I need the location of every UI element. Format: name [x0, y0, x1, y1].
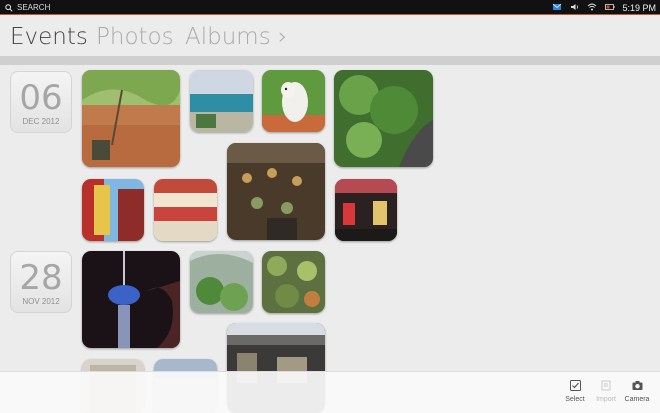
mail-icon[interactable] — [552, 2, 562, 12]
photo-thumbnail[interactable] — [227, 143, 325, 240]
photo-thumbnail[interactable] — [82, 251, 180, 348]
network-icon[interactable] — [587, 2, 597, 12]
photo-thumbnail[interactable] — [262, 251, 325, 313]
import-label: Import — [596, 396, 616, 403]
photo-thumbnail[interactable] — [154, 179, 217, 241]
import-icon — [601, 380, 610, 391]
event-month: DEC 2012 — [22, 117, 60, 126]
status-bar: SEARCH 5:19 PM — [0, 0, 660, 15]
camera-label: Camera — [624, 396, 650, 403]
clock[interactable]: 5:19 PM — [622, 3, 656, 13]
volume-icon[interactable] — [570, 2, 580, 12]
select-label: Select — [565, 396, 585, 403]
event-date-tile[interactable]: 28 NOV 2012 — [10, 251, 72, 313]
battery-icon[interactable] — [605, 2, 615, 12]
event-month: NOV 2012 — [22, 297, 60, 306]
camera-icon — [632, 381, 642, 390]
photo-thumbnail[interactable] — [190, 251, 253, 313]
header-tabs: Events Photos Albums › — [0, 16, 660, 56]
event-day: 06 — [19, 78, 63, 118]
tab-albums[interactable]: Albums › — [185, 24, 287, 50]
import-button[interactable]: Import — [590, 380, 622, 403]
select-button[interactable]: Select — [559, 380, 591, 403]
event-date-tile[interactable]: 06 DEC 2012 — [10, 71, 72, 133]
camera-button[interactable]: Camera — [621, 380, 653, 403]
tab-events[interactable]: Events — [10, 24, 88, 50]
search-icon — [5, 3, 13, 12]
search-button[interactable]: SEARCH — [5, 3, 50, 12]
photo-thumbnail[interactable] — [335, 179, 397, 241]
event-day: 28 — [19, 258, 63, 298]
search-label: SEARCH — [17, 3, 51, 12]
photo-thumbnail[interactable] — [334, 70, 433, 167]
photo-thumbnail[interactable] — [262, 70, 325, 132]
photo-thumbnail[interactable] — [82, 179, 144, 241]
bottom-toolbar: Select Import Camera — [0, 371, 660, 413]
header-divider — [0, 56, 660, 65]
tab-photos[interactable]: Photos — [96, 24, 174, 50]
photo-thumbnail[interactable] — [190, 70, 253, 132]
checkbox-icon — [569, 380, 581, 391]
photo-thumbnail[interactable] — [82, 70, 180, 167]
